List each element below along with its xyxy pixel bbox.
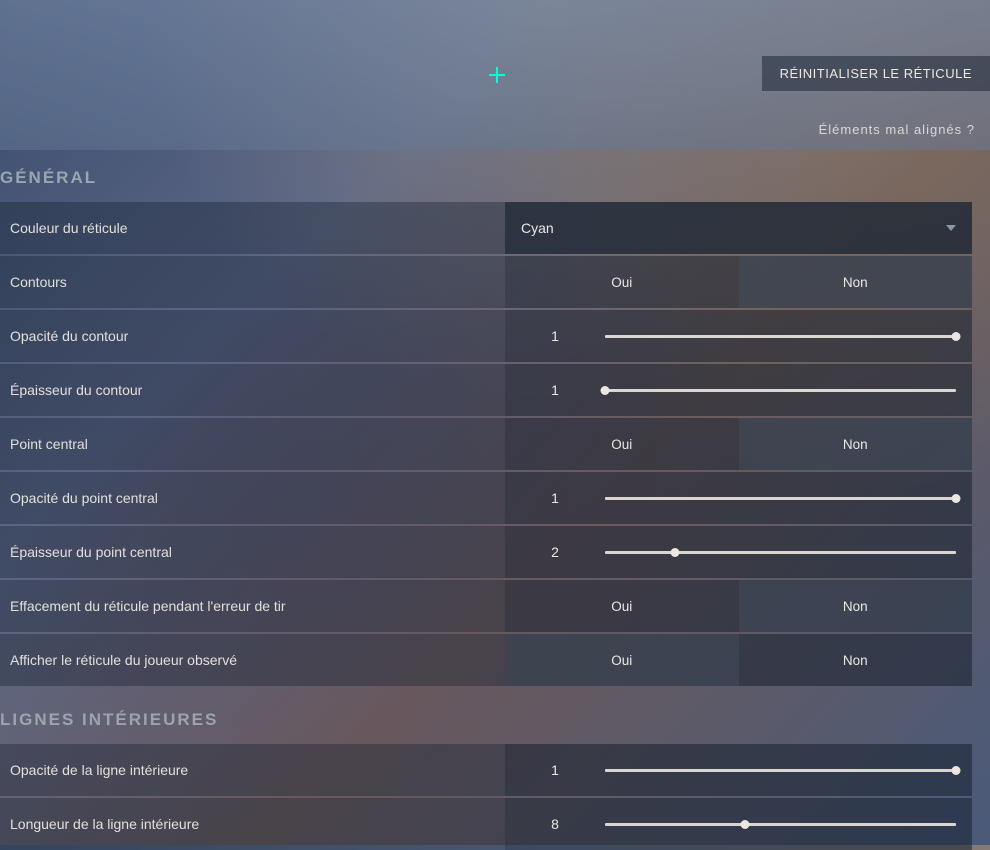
center-dot-opacity-slider[interactable]: [605, 497, 956, 500]
label-center-dot: Point central: [0, 418, 505, 470]
inner-opacity-value: 1: [505, 762, 605, 778]
outline-opacity-slider[interactable]: [605, 335, 956, 338]
center-dot-thickness-value: 2: [505, 544, 605, 560]
slider-thumb[interactable]: [671, 548, 680, 557]
label-crosshair-color: Couleur du réticule: [0, 202, 505, 254]
center-dot-no-button[interactable]: Non: [739, 418, 973, 470]
section-header-general: GÉNÉRAL: [0, 150, 990, 202]
fade-error-yes-button[interactable]: Oui: [505, 580, 739, 632]
row-center-dot-thickness: Épaisseur du point central 2: [0, 526, 972, 578]
label-inner-length: Longueur de la ligne intérieure: [0, 798, 505, 850]
center-dot-thickness-slider[interactable]: [605, 551, 956, 554]
row-outline-thickness: Épaisseur du contour 1: [0, 364, 972, 416]
row-outline-opacity: Opacité du contour 1: [0, 310, 972, 362]
label-outline-thickness: Épaisseur du contour: [0, 364, 505, 416]
crosshair-color-value: Cyan: [521, 220, 554, 236]
row-center-dot: Point central Oui Non: [0, 418, 972, 470]
inner-length-slider[interactable]: [605, 823, 956, 826]
outlines-yes-button[interactable]: Oui: [505, 256, 739, 308]
center-dot-opacity-value: 1: [505, 490, 605, 506]
reset-crosshair-button[interactable]: RÉINITIALISER LE RÉTICULE: [762, 56, 990, 91]
outlines-no-button[interactable]: Non: [739, 256, 973, 308]
row-center-dot-opacity: Opacité du point central 1: [0, 472, 972, 524]
label-center-dot-thickness: Épaisseur du point central: [0, 526, 505, 578]
crosshair-preview: RÉINITIALISER LE RÉTICULE Éléments mal a…: [0, 0, 990, 150]
chevron-down-icon: [946, 225, 956, 231]
fade-error-no-button[interactable]: Non: [739, 580, 973, 632]
settings-content: GÉNÉRAL Couleur du réticule Cyan Contour…: [0, 150, 990, 850]
row-show-spectated: Afficher le réticule du joueur observé O…: [0, 634, 972, 686]
section-header-inner-lines: LIGNES INTÉRIEURES: [0, 688, 990, 744]
label-inner-opacity: Opacité de la ligne intérieure: [0, 744, 505, 796]
row-fade-error: Effacement du réticule pendant l'erreur …: [0, 580, 972, 632]
slider-thumb[interactable]: [741, 820, 750, 829]
show-spectated-yes-button[interactable]: Oui: [505, 634, 739, 686]
row-inner-opacity: Opacité de la ligne intérieure 1: [0, 744, 972, 796]
inner-length-value: 8: [505, 816, 605, 832]
label-outline-opacity: Opacité du contour: [0, 310, 505, 362]
outline-opacity-value: 1: [505, 328, 605, 344]
show-spectated-no-button[interactable]: Non: [739, 634, 973, 686]
slider-thumb[interactable]: [952, 766, 961, 775]
label-outlines: Contours: [0, 256, 505, 308]
row-crosshair-color: Couleur du réticule Cyan: [0, 202, 972, 254]
row-outlines: Contours Oui Non: [0, 256, 972, 308]
slider-thumb[interactable]: [952, 494, 961, 503]
label-center-dot-opacity: Opacité du point central: [0, 472, 505, 524]
slider-thumb[interactable]: [952, 332, 961, 341]
outline-thickness-slider[interactable]: [605, 389, 956, 392]
inner-opacity-slider[interactable]: [605, 769, 956, 772]
label-fade-error: Effacement du réticule pendant l'erreur …: [0, 580, 505, 632]
center-dot-yes-button[interactable]: Oui: [505, 418, 739, 470]
label-show-spectated: Afficher le réticule du joueur observé: [0, 634, 505, 686]
crosshair-color-dropdown[interactable]: Cyan: [505, 202, 972, 254]
row-inner-length: Longueur de la ligne intérieure 8: [0, 798, 972, 850]
slider-thumb[interactable]: [601, 386, 610, 395]
outline-thickness-value: 1: [505, 382, 605, 398]
misaligned-link[interactable]: Éléments mal alignés ?: [819, 122, 975, 137]
